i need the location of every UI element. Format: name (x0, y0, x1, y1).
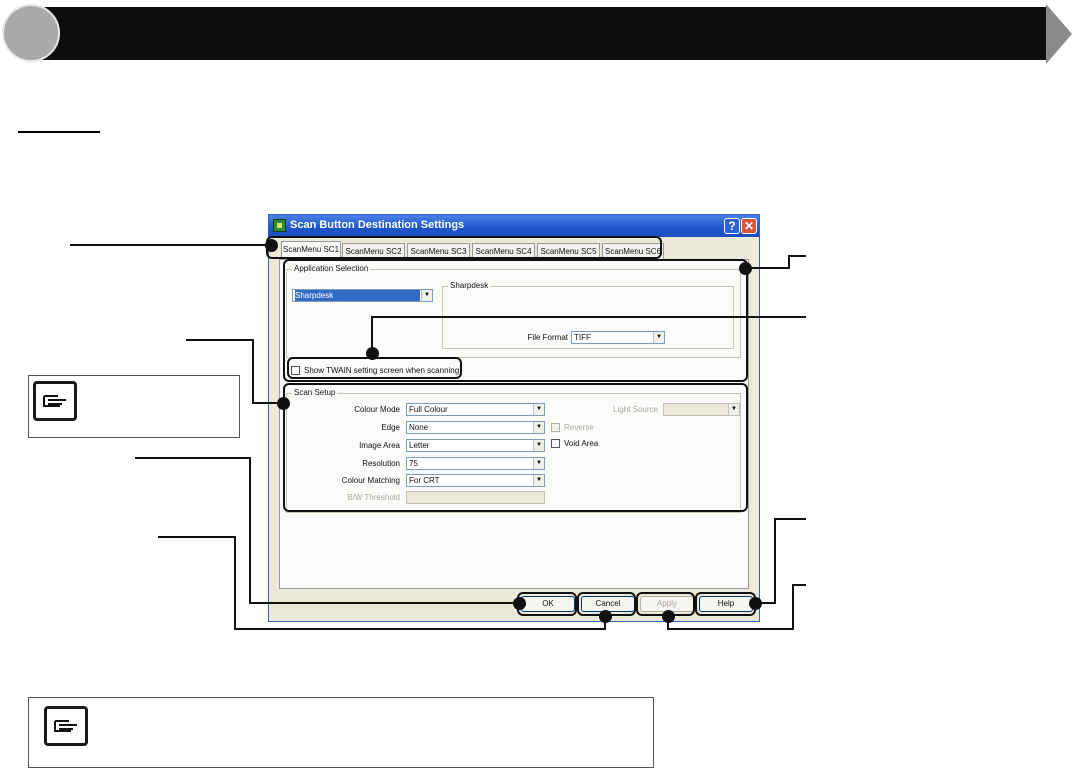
scan-setup-highlight (283, 383, 748, 512)
callout-dot (366, 347, 379, 360)
twain-highlight (287, 357, 462, 379)
note-hand-icon (44, 706, 88, 746)
note-box-large (28, 697, 654, 768)
section-underline (18, 131, 100, 133)
close-icon[interactable]: ✕ (741, 218, 757, 234)
note-box-small (28, 375, 240, 438)
help-highlight (695, 592, 756, 616)
dialog-title: Scan Button Destination Settings (290, 219, 465, 231)
header-arrow-icon (1046, 4, 1072, 64)
callout-dot (739, 262, 752, 275)
note-hand-icon (33, 381, 77, 421)
tabs-highlight (266, 236, 662, 259)
ok-highlight (517, 592, 577, 616)
help-icon[interactable]: ? (724, 218, 740, 234)
app-icon (273, 219, 286, 232)
callout-dot (513, 597, 526, 610)
header-circle-icon (2, 4, 60, 62)
dialog-titlebar[interactable]: Scan Button Destination Settings ? ✕ (269, 215, 759, 237)
header-bar (40, 7, 1048, 60)
callout-dot (599, 610, 612, 623)
callout-dot (662, 610, 675, 623)
callout-dot (265, 239, 278, 252)
callout-dot (749, 597, 762, 610)
callout-dot (277, 397, 290, 410)
